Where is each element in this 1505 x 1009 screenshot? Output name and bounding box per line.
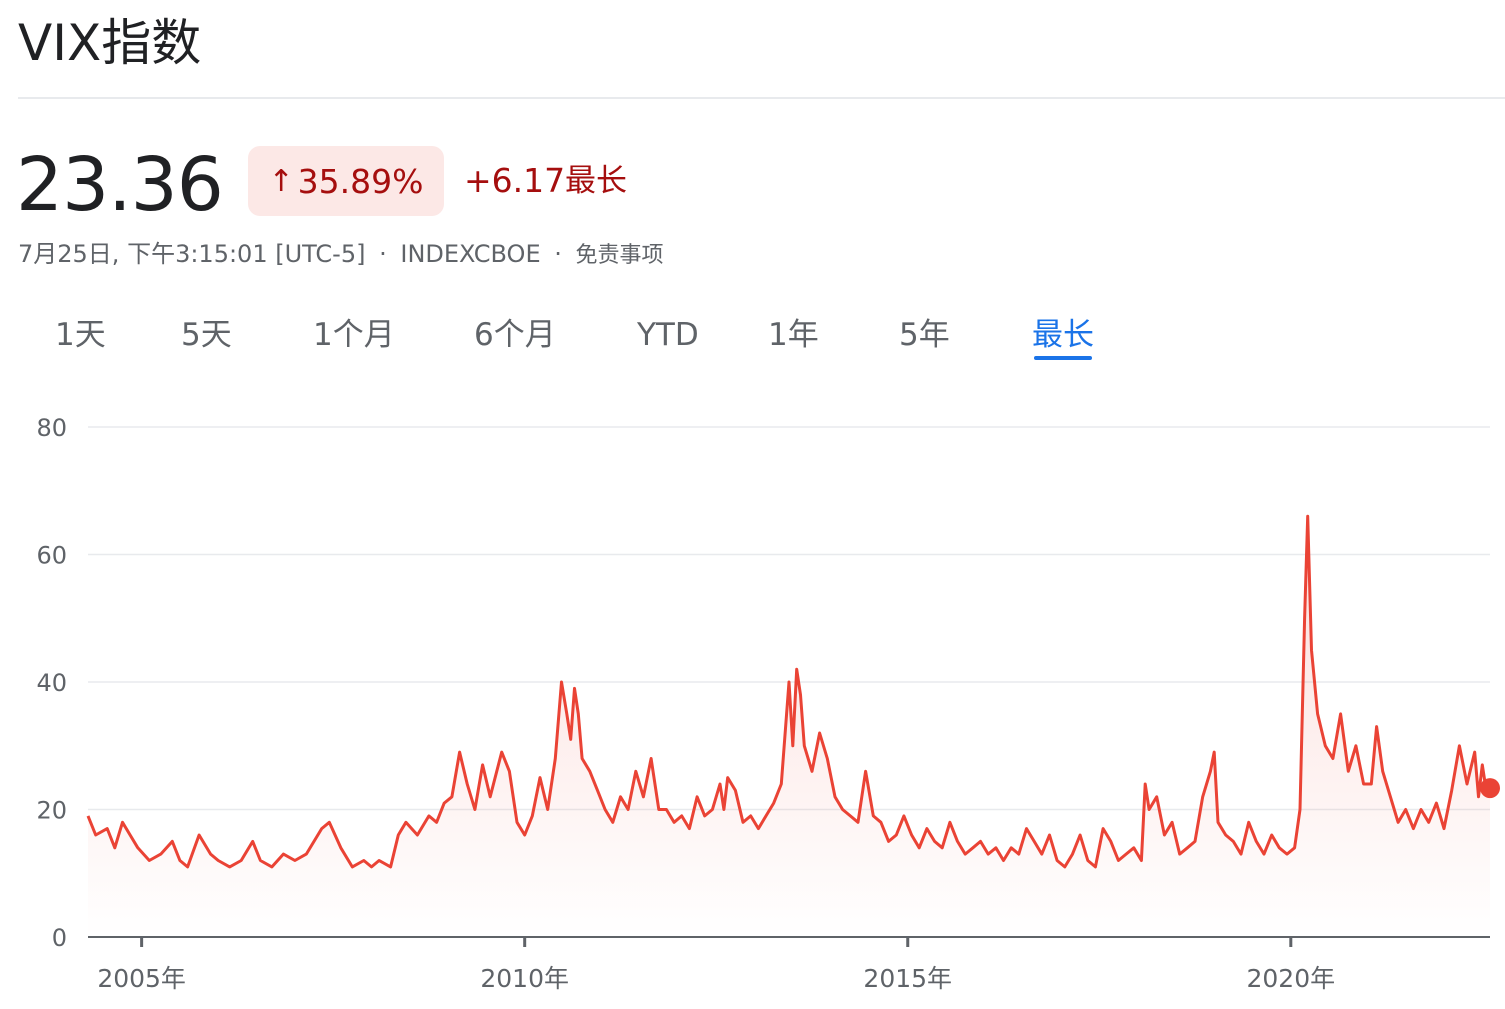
timestamp: 7月25日, 下午3:15:01 [UTC-5] — [18, 240, 366, 268]
quote-meta: 7月25日, 下午3:15:01 [UTC-5] · INDEXCBOE · 免… — [18, 236, 664, 274]
exchange-name: INDEXCBOE — [400, 240, 541, 268]
up-arrow-icon: ↑ — [268, 163, 294, 199]
tab-5y[interactable]: 5年 — [899, 310, 950, 360]
active-tab-indicator — [1034, 356, 1092, 360]
tab-ytd[interactable]: YTD — [637, 310, 699, 360]
range-label: 最长 — [565, 163, 627, 199]
tab-5d[interactable]: 5天 — [181, 310, 232, 360]
page-title: VIX指数 — [18, 14, 202, 72]
vix-chart[interactable]: 0 20 40 60 80 2005年 2010年 2015年 2020年 — [0, 400, 1505, 1000]
tab-1y[interactable]: 1年 — [768, 310, 819, 360]
x-tick-label: 2015年 — [863, 964, 952, 993]
absolute-change: +6.17 — [464, 161, 566, 200]
percent-change-value: 35.89% — [297, 161, 424, 201]
y-axis: 0 20 40 60 80 — [36, 414, 67, 952]
y-tick-label: 80 — [36, 414, 67, 442]
tab-6m[interactable]: 6个月 — [474, 310, 556, 360]
series-area — [88, 516, 1490, 937]
y-tick-label: 60 — [36, 542, 67, 570]
disclaimer-link[interactable]: 免责事项 — [576, 243, 664, 268]
header-divider — [18, 97, 1505, 99]
meta-separator: · — [554, 240, 562, 268]
x-tick-label: 2005年 — [97, 964, 186, 993]
y-tick-label: 20 — [36, 797, 67, 825]
percent-change-badge: ↑ 35.89% — [248, 146, 444, 216]
y-tick-label: 0 — [52, 924, 67, 952]
range-tabs: 1天 5天 1个月 6个月 YTD 1年 5年 最长 — [0, 310, 1200, 370]
x-tick-label: 2020年 — [1246, 964, 1335, 993]
tab-max[interactable]: 最长 — [1032, 310, 1094, 360]
x-tick-label: 2010年 — [480, 964, 569, 993]
last-value-dot — [1480, 778, 1500, 799]
x-axis: 2005年 2010年 2015年 2020年 — [88, 936, 1490, 993]
tab-1d[interactable]: 1天 — [55, 310, 106, 360]
current-price: 23.36 — [16, 142, 224, 228]
meta-separator: · — [379, 240, 387, 268]
y-tick-label: 40 — [36, 669, 67, 697]
tab-1m[interactable]: 1个月 — [313, 310, 395, 360]
